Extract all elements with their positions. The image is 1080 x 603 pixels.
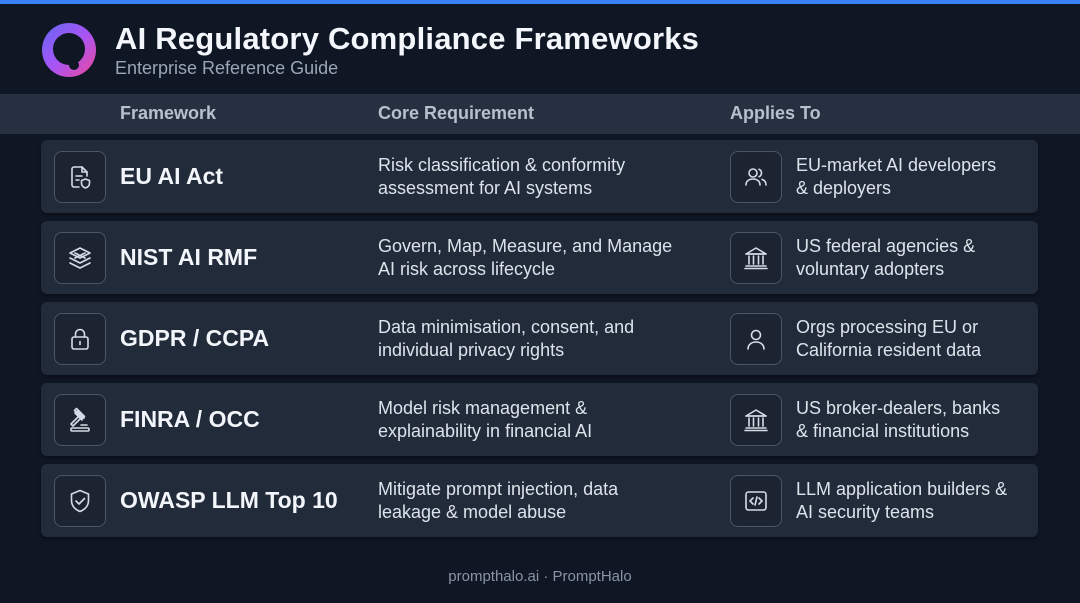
requirement-text: Govern, Map, Measure, and Manage AI risk… <box>378 236 673 279</box>
document-shield-icon <box>54 151 106 203</box>
person-icon <box>730 313 782 365</box>
applies-to-text: LLM application builders & AI security t… <box>796 479 1008 522</box>
requirement-text: Model risk management & explainability i… <box>378 398 593 441</box>
applies-to-text: US broker-dealers, banks & financial ins… <box>796 398 1001 441</box>
lock-icon <box>54 313 106 365</box>
footer-credit: prompthalo.ai · PromptHalo <box>448 568 632 585</box>
table-header: Framework Core Requirement Applies To <box>0 94 1080 134</box>
table-row: OWASP LLM Top 10 Mitigate prompt injecti… <box>41 464 1038 537</box>
page-subtitle: Enterprise Reference Guide <box>115 58 339 78</box>
framework-name: FINRA / OCC <box>120 406 260 432</box>
requirement-text: Mitigate prompt injection, data leakage … <box>378 479 619 522</box>
requirement-text: Data minimisation, consent, and individu… <box>378 317 635 360</box>
framework-name: GDPR / CCPA <box>120 325 270 351</box>
top-accent-bar <box>0 0 1080 4</box>
shield-check-icon <box>54 475 106 527</box>
table-row: FINRA / OCC Model risk management & expl… <box>41 383 1038 456</box>
applies-to-text: US federal agencies & voluntary adopters <box>796 236 976 279</box>
column-header-requirement: Core Requirement <box>378 103 535 123</box>
column-header-applies: Applies To <box>730 103 821 123</box>
users-icon <box>730 151 782 203</box>
requirement-text: Risk classification & conformity assessm… <box>378 155 626 198</box>
column-header-framework: Framework <box>120 103 217 123</box>
bank-icon <box>730 394 782 446</box>
code-icon <box>730 475 782 527</box>
table-row: EU AI Act Risk classification & conformi… <box>41 140 1038 213</box>
page-header: AI Regulatory Compliance Frameworks Ente… <box>40 18 699 82</box>
layers-icon <box>54 232 106 284</box>
gavel-icon <box>54 394 106 446</box>
applies-to-text: Orgs processing EU or California residen… <box>796 317 982 360</box>
government-building-icon <box>730 232 782 284</box>
ring-logo-icon <box>42 23 96 77</box>
applies-to-text: EU-market AI developers & deployers <box>796 155 997 198</box>
page-title: AI Regulatory Compliance Frameworks <box>115 21 700 56</box>
framework-name: NIST AI RMF <box>120 244 258 270</box>
table-row: GDPR / CCPA Data minimisation, consent, … <box>41 302 1038 375</box>
framework-name: OWASP LLM Top 10 <box>120 487 338 513</box>
framework-name: EU AI Act <box>120 163 224 189</box>
table-row: NIST AI RMF Govern, Map, Measure, and Ma… <box>41 221 1038 294</box>
